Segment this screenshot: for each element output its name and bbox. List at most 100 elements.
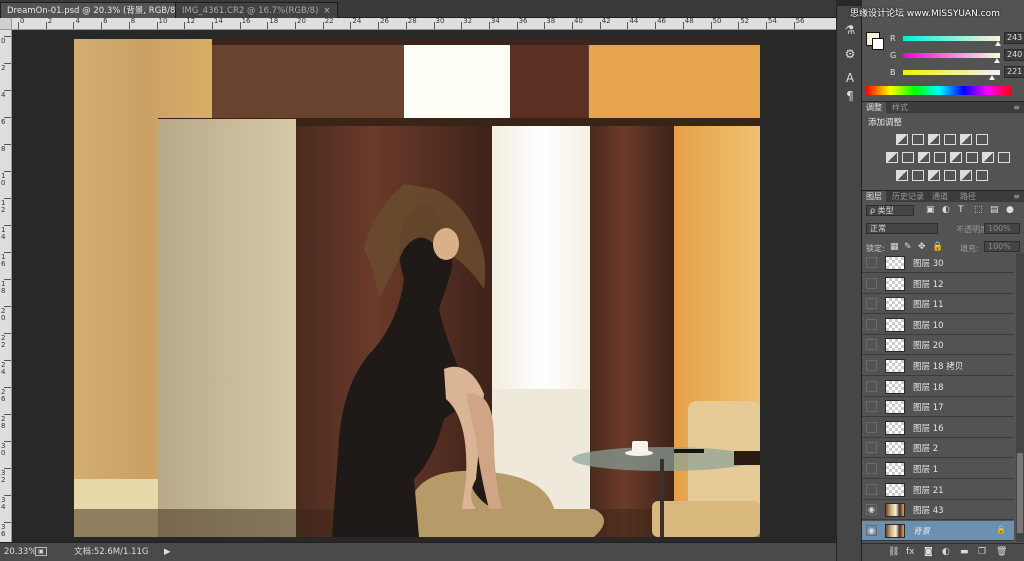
green-slider[interactable]: G 240 bbox=[890, 49, 1024, 65]
visibility-toggle[interactable] bbox=[866, 318, 877, 330]
eye-icon[interactable]: ◉ bbox=[866, 524, 877, 536]
layer-thumbnail[interactable] bbox=[885, 359, 905, 373]
new-group-icon[interactable]: ▬ bbox=[960, 547, 969, 557]
selective-color-icon[interactable] bbox=[960, 170, 972, 181]
layer-row[interactable]: 图层 10 bbox=[862, 314, 1014, 335]
hdr-icon[interactable] bbox=[976, 170, 988, 181]
photo-filter-icon[interactable] bbox=[934, 152, 946, 163]
panel-menu-icon[interactable]: ≡ bbox=[1013, 102, 1020, 114]
layer-row[interactable]: 图层 16 bbox=[862, 417, 1014, 438]
layer-name[interactable]: 图层 10 bbox=[913, 319, 944, 331]
layer-name[interactable]: 图层 18 bbox=[913, 381, 944, 393]
red-thumb[interactable] bbox=[995, 41, 1001, 46]
tool-presets-icon[interactable]: ⚙ bbox=[840, 44, 860, 64]
vibrance-icon[interactable] bbox=[960, 134, 972, 145]
color-balance-icon[interactable] bbox=[902, 152, 914, 163]
red-value-field[interactable]: 243 bbox=[1004, 32, 1024, 44]
levels-icon[interactable] bbox=[912, 134, 924, 145]
add-mask-icon[interactable]: ◙ bbox=[924, 547, 933, 557]
lock-position-icon[interactable]: ✥ bbox=[918, 242, 926, 252]
layer-name[interactable]: 图层 1 bbox=[913, 463, 938, 475]
document-photo[interactable] bbox=[74, 39, 760, 537]
paragraph-icon[interactable]: ¶ bbox=[840, 86, 860, 106]
filter-toggle-icon[interactable]: ● bbox=[1006, 205, 1014, 215]
fx-icon[interactable]: fx bbox=[906, 547, 915, 557]
tab-paths[interactable]: 路径 bbox=[956, 191, 980, 203]
horizontal-ruler[interactable]: 0 2 4 6 8 10 12 14 16 18 20 22 24 26 28 30 32 34 36 38 40 42 4… bbox=[12, 18, 836, 30]
blue-slider[interactable]: B 221 bbox=[890, 66, 1024, 82]
canvas-area[interactable] bbox=[12, 30, 834, 542]
ruler-corner[interactable] bbox=[0, 18, 12, 30]
link-layers-icon[interactable]: ⛓ bbox=[888, 547, 899, 557]
grid2-icon[interactable] bbox=[998, 152, 1010, 163]
visibility-toggle[interactable] bbox=[866, 360, 877, 371]
visibility-toggle[interactable] bbox=[866, 442, 877, 454]
lock-transparent-icon[interactable]: ▦ bbox=[890, 242, 899, 252]
layer-row[interactable]: 图层 18 拷贝 bbox=[862, 356, 1014, 376]
layer-thumbnail[interactable] bbox=[885, 297, 905, 312]
tab-channels[interactable]: 通道 bbox=[928, 191, 952, 203]
layer-filter-select[interactable]: ρ 类型 bbox=[866, 205, 914, 216]
visibility-toggle[interactable] bbox=[866, 339, 877, 351]
layer-thumbnail[interactable] bbox=[885, 256, 905, 270]
tab-adjustments[interactable]: 调整 bbox=[862, 102, 886, 114]
close-icon[interactable]: × bbox=[323, 6, 330, 16]
visibility-toggle[interactable] bbox=[866, 483, 877, 495]
layer-row[interactable]: 图层 1 bbox=[862, 459, 1014, 479]
blend-mode-select[interactable]: 正常 bbox=[866, 223, 938, 234]
lock-image-icon[interactable]: ✎ bbox=[904, 242, 912, 252]
layer-thumbnail[interactable] bbox=[885, 420, 905, 435]
layer-name[interactable]: 图层 18 拷贝 bbox=[913, 360, 963, 372]
visibility-toggle[interactable] bbox=[866, 401, 877, 413]
layer-list[interactable]: ◉ 背景 🔒 ◉ 图层 43 图层 21 图层 1 图层 2 图层 16 图层 17 图层 18 图层… bbox=[862, 253, 1024, 542]
layer-row[interactable]: ◉ 图层 43 bbox=[862, 500, 1014, 521]
exposure-icon[interactable] bbox=[944, 134, 956, 145]
layer-name[interactable]: 图层 12 bbox=[913, 278, 944, 290]
layer-name[interactable]: 图层 2 bbox=[913, 442, 938, 454]
layer-name[interactable]: 图层 30 bbox=[913, 257, 944, 269]
layer-scrollbar[interactable] bbox=[1016, 253, 1024, 542]
visibility-toggle[interactable] bbox=[866, 257, 877, 268]
layer-row[interactable]: 图层 12 bbox=[862, 273, 1014, 294]
curves-icon[interactable] bbox=[928, 134, 940, 145]
fill-field[interactable]: 100% bbox=[984, 241, 1020, 252]
vertical-ruler[interactable]: 0 2 4 6 8 1 0 1 2 1 4 1 6 1 8 2 0 2 2 2 4 2 6 2 8 3 0 3 … bbox=[0, 30, 12, 542]
red-track[interactable] bbox=[903, 36, 1000, 41]
trash-icon[interactable]: 🗑 bbox=[996, 547, 1007, 557]
filter-adjust-icon[interactable]: ◐ bbox=[942, 205, 950, 215]
layer-thumbnail[interactable] bbox=[885, 441, 905, 456]
new-layer-icon[interactable]: ❐ bbox=[978, 547, 986, 557]
layer-row[interactable]: 图层 17 bbox=[862, 397, 1014, 418]
layer-thumbnail[interactable] bbox=[885, 503, 905, 518]
filter-type-icon[interactable]: T bbox=[958, 205, 964, 215]
layer-row[interactable]: ◉ 背景 🔒 bbox=[862, 520, 1014, 541]
preview-icon[interactable]: ▣ bbox=[35, 547, 47, 556]
tab-styles[interactable]: 样式 bbox=[888, 102, 912, 114]
posterize-icon[interactable] bbox=[912, 170, 924, 181]
green-value-field[interactable]: 240 bbox=[1004, 49, 1024, 61]
opacity-field[interactable]: 100% bbox=[984, 223, 1020, 234]
layer-name[interactable]: 背景 bbox=[913, 525, 930, 537]
filter-smart-icon[interactable]: ▤ bbox=[990, 205, 999, 215]
visibility-toggle[interactable] bbox=[866, 421, 877, 433]
layer-row[interactable]: 图层 30 bbox=[862, 253, 1014, 273]
layer-name[interactable]: 图层 20 bbox=[913, 339, 944, 351]
visibility-toggle[interactable] bbox=[866, 298, 877, 310]
red-slider[interactable]: R 243 bbox=[890, 32, 1024, 48]
invert-icon[interactable] bbox=[896, 170, 908, 181]
layer-row[interactable]: 图层 18 bbox=[862, 376, 1014, 397]
layer-thumbnail[interactable] bbox=[885, 379, 905, 394]
visibility-toggle[interactable] bbox=[866, 463, 877, 474]
triangle-icon[interactable] bbox=[976, 134, 988, 145]
blue-value-field[interactable]: 221 bbox=[1004, 66, 1024, 78]
blue-thumb[interactable] bbox=[989, 75, 995, 80]
layer-row[interactable]: 图层 20 bbox=[862, 335, 1014, 356]
background-swatch[interactable] bbox=[872, 38, 884, 50]
layer-name[interactable]: 图层 11 bbox=[913, 298, 944, 310]
green-thumb[interactable] bbox=[994, 58, 1000, 63]
layer-name[interactable]: 图层 17 bbox=[913, 401, 944, 413]
bw-icon[interactable] bbox=[918, 152, 930, 163]
layer-row[interactable]: 图层 2 bbox=[862, 438, 1014, 459]
zoom-level[interactable]: 20.33% bbox=[4, 543, 36, 561]
scrollbar-thumb[interactable] bbox=[1017, 453, 1023, 533]
